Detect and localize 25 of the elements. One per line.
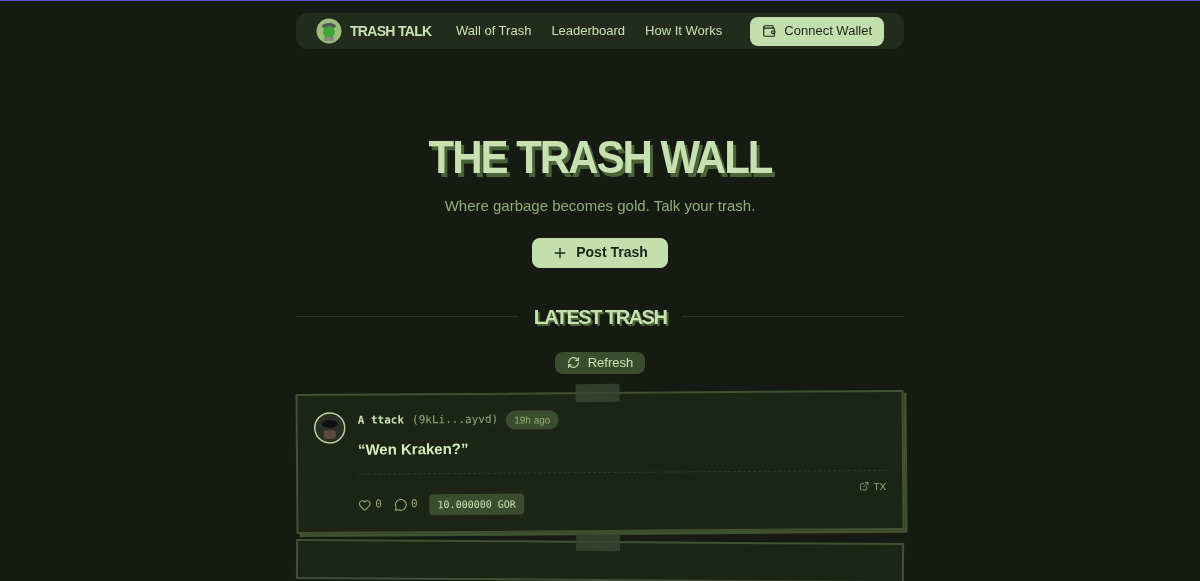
avatar (313, 411, 346, 444)
time-badge: 19h ago (506, 409, 559, 430)
like-button[interactable]: 0 (358, 495, 382, 513)
tx-link[interactable]: TX (859, 478, 887, 494)
nav-link[interactable]: How It Works (645, 21, 723, 41)
refresh-icon (566, 356, 580, 369)
heart-icon (358, 497, 372, 511)
external-link-icon (859, 480, 870, 491)
logo-icon (316, 18, 342, 45)
comment-icon (393, 497, 407, 511)
amount-badge: 10.000000 GOR (429, 492, 524, 515)
post-trash-button[interactable]: Post Trash (532, 237, 668, 268)
post-message: “Wen Kraken?” (357, 438, 470, 460)
brand-name: TRASH TALK (350, 21, 432, 41)
nav-link[interactable]: Wall of Trash (456, 21, 532, 41)
wallet-address: (9kLi...ayvd) (412, 411, 499, 429)
refresh-button[interactable]: Refresh (554, 351, 646, 374)
section-title: LATEST TRASH (533, 304, 667, 330)
subtitle: Where garbage becomes gold. Talk your trash. (444, 196, 756, 217)
nav-link[interactable]: Leaderboard (551, 21, 626, 41)
page-title: THE TRASH WALL (428, 135, 772, 182)
connect-wallet-button[interactable]: Connect Wallet (750, 16, 884, 46)
comment-button[interactable]: 0 (393, 495, 418, 513)
author-name: A ttack (357, 412, 405, 429)
wallet-icon (762, 24, 777, 39)
